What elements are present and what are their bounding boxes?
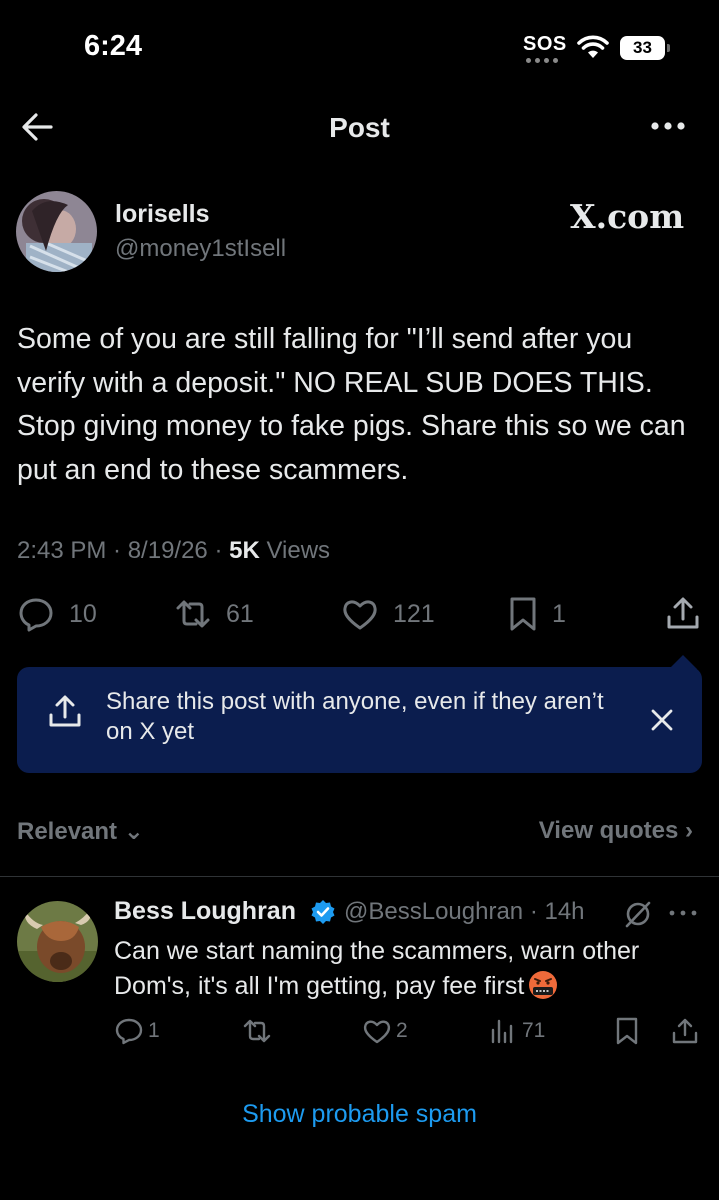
grok-icon[interactable] — [623, 899, 653, 929]
repost-icon — [176, 600, 210, 628]
cursing-face-emoji-icon — [529, 971, 558, 999]
more-options-icon[interactable] — [650, 116, 686, 136]
reply-text: Can we start naming the scammers, warn o… — [114, 934, 704, 1004]
heart-icon — [343, 600, 377, 630]
share-icon — [667, 597, 699, 629]
show-probable-spam-link[interactable]: Show probable spam — [0, 1100, 719, 1129]
post-meta: 2:43 PM · 8/19/26 · 5K Views — [17, 537, 330, 565]
author-handle[interactable]: @money1stIsell — [115, 235, 286, 263]
share-button[interactable] — [664, 594, 702, 634]
repost-count: 61 — [226, 599, 254, 628]
share-tooltip-card[interactable]: Share this post with anyone, even if the… — [17, 667, 702, 773]
signal-dots-icon — [526, 58, 564, 64]
reply-share-button[interactable] — [670, 1014, 700, 1048]
divider — [0, 876, 719, 877]
reply-text-body: Can we start naming the scammers, warn o… — [114, 937, 640, 1000]
reply-more-options-icon[interactable] — [668, 906, 698, 920]
repost-button[interactable]: 61 — [174, 594, 254, 634]
sort-relevant-dropdown[interactable]: Relevant ⌄ — [17, 817, 144, 846]
battery-level: 33 — [620, 36, 665, 60]
share-icon — [49, 695, 81, 727]
views-label: Views — [259, 537, 331, 564]
heart-icon — [363, 1020, 391, 1044]
reply-author-name[interactable]: Bess Loughran — [114, 897, 296, 926]
author-avatar[interactable] — [16, 191, 97, 272]
share-tooltip-text: Share this post with anyone, even if the… — [106, 688, 604, 745]
reply-reply-count: 1 — [148, 1019, 160, 1042]
like-count: 121 — [393, 599, 435, 628]
status-bar: 6:24 SOS 33 — [0, 0, 719, 90]
status-time: 6:24 — [84, 30, 143, 62]
reply-like-button[interactable]: 2 — [362, 1014, 408, 1048]
post-text: Some of you are still falling for "I’ll … — [17, 323, 686, 486]
reply-views-button[interactable]: 71 — [488, 1014, 545, 1048]
reply-views-count: 71 — [522, 1019, 546, 1042]
views-count: 5K — [229, 537, 260, 564]
reply-icon — [115, 1018, 143, 1045]
reply-button[interactable]: 10 — [17, 594, 97, 634]
bookmark-icon — [616, 1017, 638, 1045]
battery-icon: 33 — [620, 36, 670, 60]
nav-header: Post — [0, 100, 719, 156]
bookmark-count: 1 — [552, 599, 566, 628]
post-timestamp: 2:43 PM · 8/19/26 · — [17, 537, 230, 564]
like-button[interactable]: 121 — [341, 594, 435, 634]
close-icon[interactable] — [647, 705, 677, 735]
reply-author-avatar[interactable] — [17, 901, 98, 982]
reply-handle-time: @BessLoughran · 14h — [344, 898, 585, 925]
analytics-icon — [491, 1019, 513, 1044]
reply-like-count: 2 — [396, 1019, 408, 1042]
reply-bookmark-button[interactable] — [612, 1014, 642, 1048]
repost-icon — [243, 1019, 271, 1043]
author-name[interactable]: lorisells — [115, 200, 210, 229]
reply-repost-button[interactable] — [242, 1014, 272, 1048]
wifi-icon — [577, 35, 609, 58]
page-title: Post — [329, 112, 390, 143]
reply-reply-button[interactable]: 1 — [114, 1014, 160, 1048]
verified-badge-icon — [311, 900, 335, 924]
sos-indicator: SOS — [523, 33, 567, 55]
bookmark-icon — [510, 597, 536, 631]
reply-icon — [19, 598, 53, 632]
source-badge: X.com — [570, 197, 685, 236]
share-icon — [672, 1018, 698, 1044]
reply-count: 10 — [69, 599, 97, 628]
bookmark-button[interactable]: 1 — [504, 594, 566, 634]
view-quotes-link[interactable]: View quotes › — [539, 817, 693, 845]
